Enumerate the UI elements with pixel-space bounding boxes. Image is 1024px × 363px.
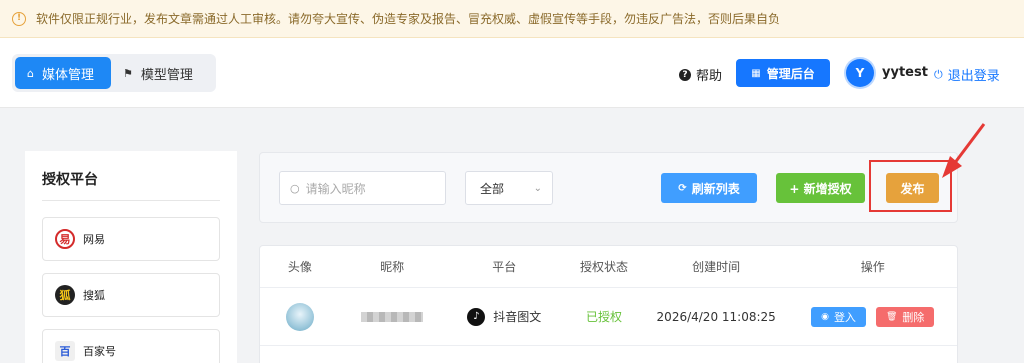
home-icon: ⌂ bbox=[27, 66, 34, 80]
flag-icon: ⚑ bbox=[123, 66, 133, 80]
netease-logo-icon: 易 bbox=[55, 229, 75, 249]
platform-item-baijiahao[interactable]: 百 百家号 bbox=[42, 329, 220, 363]
help-label: 帮助 bbox=[696, 69, 723, 84]
admin-label: 管理后台 bbox=[766, 66, 815, 81]
trash-icon: 🗑 bbox=[885, 311, 898, 322]
platform-name: 抖音图文 bbox=[493, 310, 542, 324]
douyin-logo-icon: ♪ bbox=[467, 307, 486, 326]
logout-label: 退出登录 bbox=[947, 69, 1000, 84]
platform-label: 百家号 bbox=[83, 345, 116, 358]
question-icon: ? bbox=[679, 68, 691, 81]
panel-title: 授权平台 bbox=[42, 151, 220, 201]
table-row: ♪ 抖音图文 已授权 2026/4/20 11:08:25 ◉ 登入 🗑 删除 bbox=[260, 288, 957, 346]
avatar bbox=[285, 302, 314, 331]
platform-item-netease[interactable]: 易 网易 bbox=[42, 217, 220, 261]
info-icon: ! bbox=[12, 11, 26, 26]
column-header: 授权状态 bbox=[580, 260, 629, 274]
refresh-list-button[interactable]: ⟳ 刷新列表 bbox=[661, 173, 757, 203]
column-header: 昵称 bbox=[380, 260, 405, 274]
add-authorization-button[interactable]: + 新增授权 bbox=[776, 173, 865, 203]
column-header: 头像 bbox=[287, 260, 312, 274]
column-header: 平台 bbox=[492, 260, 517, 274]
tab-label: 媒体管理 bbox=[41, 67, 94, 83]
filter-toolbar: ○ 请输入昵称 全部 ⌄ ⟳ 刷新列表 + 新增授权 发布 bbox=[259, 152, 958, 223]
username: yytest bbox=[882, 65, 928, 80]
column-header: 操作 bbox=[860, 260, 885, 274]
notice-text: 软件仅限正规行业，发布文章需通过人工审核。请勿夸大宣传、伪造专家及报告、冒充权威… bbox=[36, 12, 781, 26]
tab-media-management[interactable]: ⌂ 媒体管理 bbox=[15, 57, 111, 89]
delete-label: 删除 bbox=[902, 310, 925, 324]
login-label: 登入 bbox=[833, 310, 856, 324]
platform-item-sohu[interactable]: 狐 搜狐 bbox=[42, 273, 220, 317]
platform-label: 网易 bbox=[83, 233, 105, 246]
select-value: 全部 bbox=[480, 181, 505, 196]
avatar[interactable]: Y bbox=[846, 59, 874, 87]
tab-model-management[interactable]: ⚑ 模型管理 bbox=[111, 57, 205, 89]
column-header: 创建时间 bbox=[692, 260, 741, 274]
power-icon: ⏻ bbox=[934, 67, 943, 81]
table-header: 头像 昵称 平台 授权状态 创建时间 操作 bbox=[260, 246, 957, 288]
publish-highlight-box bbox=[869, 160, 952, 212]
authorization-table: 头像 昵称 平台 授权状态 创建时间 操作 ♪ 抖音图文 已授权 2026/4/… bbox=[259, 245, 958, 363]
admin-console-button[interactable]: ▦ 管理后台 bbox=[736, 59, 830, 87]
logout-link[interactable]: ⏻ 退出登录 bbox=[934, 65, 1000, 85]
platform-filter-select[interactable]: 全部 ⌄ bbox=[465, 171, 553, 205]
notice-bar: ! 软件仅限正规行业，发布文章需通过人工审核。请勿夸大宣传、伪造专家及报告、冒充… bbox=[0, 0, 1024, 38]
baijiahao-logo-icon: 百 bbox=[55, 341, 75, 361]
platform-label: 搜狐 bbox=[83, 289, 105, 302]
tab-label: 模型管理 bbox=[140, 67, 193, 83]
refresh-label: 刷新列表 bbox=[691, 181, 740, 196]
top-header: ⌂ 媒体管理 ⚑ 模型管理 ? 帮助 ▦ 管理后台 Y yytest ⏻ 退出登… bbox=[0, 38, 1024, 108]
dashboard-icon: ▦ bbox=[751, 67, 761, 79]
created-time: 2026/4/20 11:08:25 bbox=[656, 309, 776, 324]
search-input[interactable]: ○ 请输入昵称 bbox=[279, 171, 446, 205]
module-switch: ⌂ 媒体管理 ⚑ 模型管理 bbox=[12, 54, 216, 92]
status-badge: 已授权 bbox=[586, 310, 623, 324]
login-button[interactable]: ◉ 登入 bbox=[811, 306, 866, 327]
sohu-logo-icon: 狐 bbox=[55, 285, 75, 305]
help-link[interactable]: ? 帮助 bbox=[679, 65, 722, 84]
eye-icon: ◉ bbox=[821, 311, 829, 322]
blurred-nickname bbox=[361, 311, 424, 322]
authorized-platform-panel: 授权平台 易 网易 狐 搜狐 百 百家号 bbox=[25, 151, 237, 363]
search-placeholder: 请输入昵称 bbox=[305, 181, 366, 196]
delete-button[interactable]: 🗑 删除 bbox=[875, 306, 935, 327]
chevron-down-icon: ⌄ bbox=[533, 182, 542, 194]
refresh-icon: ⟳ bbox=[678, 182, 687, 194]
search-icon: ○ bbox=[290, 181, 300, 195]
